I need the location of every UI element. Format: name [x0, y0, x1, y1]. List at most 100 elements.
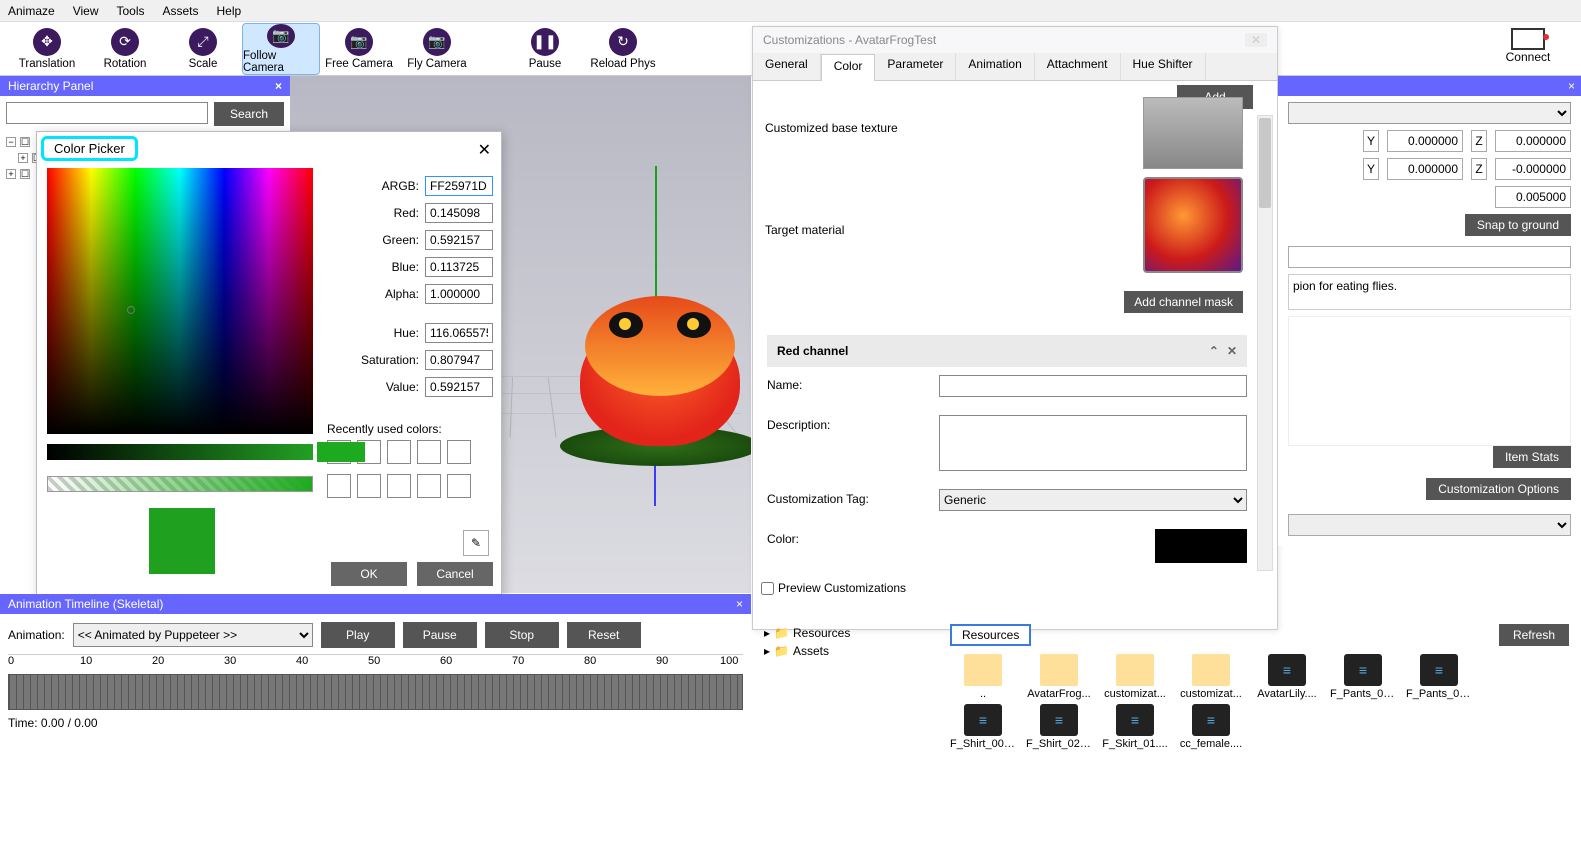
preview-customizations-checkbox[interactable] — [761, 582, 774, 595]
scrollbar[interactable] — [1257, 115, 1273, 571]
tab-parameter[interactable]: Parameter — [875, 53, 956, 80]
color-swatch[interactable] — [417, 474, 441, 498]
red-channel-header[interactable]: Red channel ⌃ ✕ — [767, 335, 1247, 367]
eyedropper-button[interactable]: ✎ — [463, 530, 489, 556]
tab-attachment[interactable]: Attachment — [1035, 53, 1121, 80]
inspector-close-icon[interactable]: × — [1568, 79, 1575, 93]
argb-input[interactable] — [425, 176, 493, 196]
reset-button[interactable]: Reset — [567, 622, 641, 648]
resources-grid: ..AvatarFrog...customizat...customizat..… — [950, 646, 1510, 758]
timeline-ruler[interactable]: 0 10 20 30 40 50 60 70 80 90 100 — [8, 654, 743, 674]
inspector-combo[interactable] — [1288, 102, 1571, 124]
toolbar-pause[interactable]: ❚❚Pause — [506, 23, 584, 75]
asset-tree-assets[interactable]: ▸📁Assets — [764, 642, 944, 660]
cancel-button[interactable]: Cancel — [417, 562, 493, 586]
menu-help[interactable]: Help — [217, 4, 242, 18]
add-channel-mask-button[interactable]: Add channel mask — [1124, 291, 1243, 313]
toolbar-scale[interactable]: ⤢Scale — [164, 23, 242, 75]
inspector-description[interactable]: pion for eating flies. — [1288, 274, 1571, 310]
color-picker-close-icon[interactable]: ✕ — [478, 140, 491, 160]
stop-button[interactable]: Stop — [485, 622, 559, 648]
pause-button[interactable]: Pause — [403, 622, 477, 648]
resource-item[interactable]: ≡cc_female.... — [1178, 704, 1244, 750]
color-swatch[interactable] — [447, 440, 471, 464]
animation-select[interactable]: << Animated by Puppeteer >> — [73, 623, 313, 647]
snap-to-ground-button[interactable]: Snap to ground — [1465, 214, 1571, 236]
hue-input[interactable] — [425, 323, 493, 343]
resource-item[interactable]: AvatarFrog... — [1026, 654, 1092, 700]
menu-view[interactable]: View — [73, 4, 99, 18]
saturation-input[interactable] — [425, 350, 493, 370]
connect-button[interactable]: Connect — [1491, 28, 1565, 64]
green-label: Green: — [382, 233, 419, 247]
z-input[interactable] — [1495, 130, 1571, 152]
z-input[interactable] — [1495, 158, 1571, 180]
y-input[interactable] — [1387, 158, 1463, 180]
toolbar-translation[interactable]: ✥Translation — [8, 23, 86, 75]
hierarchy-search-button[interactable]: Search — [214, 102, 284, 126]
resource-item[interactable]: ≡F_Pants_00... — [1330, 654, 1396, 700]
color-swatch-button[interactable] — [1155, 529, 1247, 563]
resource-item[interactable]: ≡F_Pants_03... — [1406, 654, 1472, 700]
menu-assets[interactable]: Assets — [163, 4, 199, 18]
resource-item[interactable]: ≡F_Shirt_00.... — [950, 704, 1016, 750]
red-input[interactable] — [425, 203, 493, 223]
tick: 50 — [368, 655, 380, 667]
target-material-thumbnail[interactable] — [1143, 177, 1243, 273]
resources-tab[interactable]: Resources — [950, 624, 1031, 646]
asset-tree-resources[interactable]: ▸📁Resources — [764, 624, 944, 642]
inspector-name-input[interactable] — [1288, 246, 1571, 268]
resource-item[interactable]: ≡F_Skirt_01.... — [1102, 704, 1168, 750]
color-swatch[interactable] — [447, 474, 471, 498]
resource-item[interactable]: .. — [950, 654, 1016, 700]
customizations-close-icon[interactable]: ✕ — [1245, 33, 1267, 47]
y-input[interactable] — [1387, 130, 1463, 152]
tab-animation[interactable]: Animation — [956, 53, 1034, 80]
color-field[interactable] — [47, 168, 313, 434]
color-swatch[interactable] — [387, 440, 411, 464]
ok-button[interactable]: OK — [331, 562, 407, 586]
resource-item[interactable]: customizat... — [1178, 654, 1244, 700]
hierarchy-close-icon[interactable]: × — [275, 79, 282, 93]
item-stats-button[interactable]: Item Stats — [1493, 446, 1571, 468]
remove-channel-icon[interactable]: ✕ — [1227, 344, 1237, 358]
menu-tools[interactable]: Tools — [116, 4, 144, 18]
alpha-input[interactable] — [425, 284, 493, 304]
collapse-icon[interactable]: ⌃ — [1209, 344, 1219, 358]
tab-hue-shifter[interactable]: Hue Shifter — [1121, 53, 1206, 80]
toolbar-rotation[interactable]: ⟳Rotation — [86, 23, 164, 75]
toolbar-fly-camera[interactable]: 📷Fly Camera — [398, 23, 476, 75]
alpha-slider[interactable] — [47, 476, 313, 492]
resource-item[interactable]: customizat... — [1102, 654, 1168, 700]
description-input[interactable] — [939, 415, 1247, 471]
menu-animaze[interactable]: Animaze — [8, 4, 55, 18]
file-icon: ≡ — [964, 704, 1002, 736]
inspector-bottom-combo[interactable] — [1288, 514, 1571, 536]
tab-general[interactable]: General — [753, 53, 821, 80]
toolbar-free-camera[interactable]: 📷Free Camera — [320, 23, 398, 75]
color-swatch[interactable] — [357, 474, 381, 498]
resource-item[interactable]: ≡AvatarLily.... — [1254, 654, 1320, 700]
blue-input[interactable] — [425, 257, 493, 277]
customization-options-button[interactable]: Customization Options — [1426, 478, 1571, 500]
toolbar-reload-phys[interactable]: ↻Reload Phys — [584, 23, 662, 75]
toolbar-follow-camera[interactable]: 📷Follow Camera — [242, 23, 320, 75]
color-swatch[interactable] — [417, 440, 441, 464]
base-texture-thumbnail[interactable] — [1143, 97, 1243, 169]
timeline-close-icon[interactable]: × — [736, 597, 743, 611]
play-button[interactable]: Play — [321, 622, 395, 648]
hierarchy-search-input[interactable] — [6, 102, 208, 124]
value-input[interactable] — [425, 377, 493, 397]
scale-input[interactable] — [1495, 186, 1571, 208]
timeline-track[interactable] — [8, 674, 743, 710]
name-input[interactable] — [939, 375, 1247, 397]
tab-color[interactable]: Color — [821, 54, 876, 81]
color-swatch[interactable] — [327, 474, 351, 498]
saturation-label: Saturation: — [361, 353, 419, 367]
color-swatch[interactable] — [387, 474, 411, 498]
red-channel-label: Red channel — [777, 344, 848, 358]
green-input[interactable] — [425, 230, 493, 250]
tag-select[interactable]: Generic — [939, 489, 1247, 511]
value-slider[interactable] — [47, 444, 313, 460]
resource-item[interactable]: ≡F_Shirt_02.... — [1026, 704, 1092, 750]
